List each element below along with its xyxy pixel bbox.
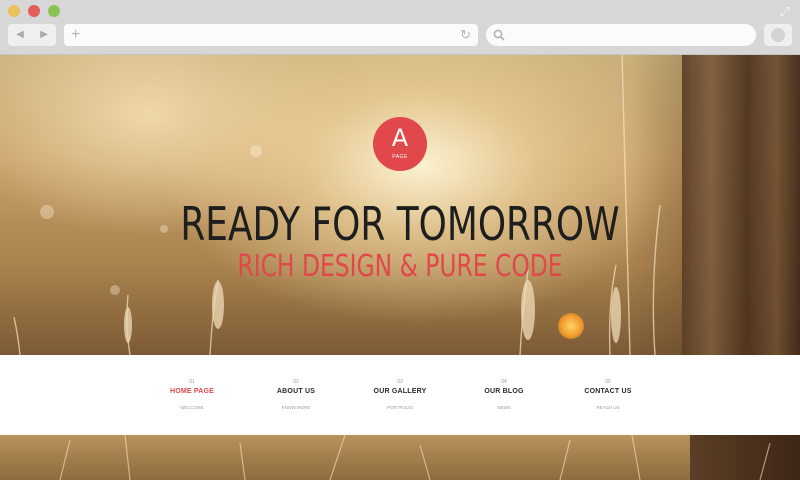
extension-icon bbox=[771, 28, 785, 42]
nav-item-number: 04 bbox=[501, 379, 507, 385]
nav-item-label[interactable]: HOME PAGE bbox=[140, 388, 244, 395]
nav-item-about[interactable]: 02 ABOUT US KNOW MORE bbox=[244, 355, 348, 435]
main-navigation: 01 HOME PAGE WELCOME 02 ABOUT US KNOW MO… bbox=[0, 355, 800, 435]
reload-icon[interactable]: ↻ bbox=[460, 24, 471, 46]
nav-item-label[interactable]: CONTACT US bbox=[556, 388, 660, 395]
logo-subtext: PAGE bbox=[392, 154, 408, 160]
hero-headline: READY FOR TOMORROW bbox=[180, 197, 620, 251]
nav-item-gallery[interactable]: 03 OUR GALLERY PORTFOLIO bbox=[348, 355, 452, 435]
nav-item-label[interactable]: ABOUT US bbox=[244, 388, 348, 395]
forward-button[interactable]: ▶ bbox=[32, 24, 56, 46]
window-maximize-button[interactable] bbox=[48, 5, 60, 17]
browser-chrome: ⤢ ◀ ▶ + ↻ bbox=[0, 0, 800, 55]
section-background bbox=[0, 435, 800, 480]
nav-item-subtitle: WELCOME bbox=[180, 405, 204, 410]
window-minimize-button[interactable] bbox=[28, 5, 40, 17]
history-buttons: ◀ ▶ bbox=[8, 24, 56, 46]
nav-item-number: 02 bbox=[293, 379, 299, 385]
new-tab-icon[interactable]: + bbox=[71, 24, 80, 46]
nav-item-home[interactable]: 01 HOME PAGE WELCOME bbox=[140, 355, 244, 435]
nav-item-subtitle: PORTFOLIO bbox=[387, 405, 413, 410]
logo-letter: A bbox=[391, 124, 409, 152]
back-button[interactable]: ◀ bbox=[8, 24, 32, 46]
address-bar[interactable]: + ↻ bbox=[64, 24, 478, 46]
hero-subheadline: RICH DESIGN & PURE CODE bbox=[237, 249, 563, 284]
nav-item-contact[interactable]: 05 CONTACT US REACH US bbox=[556, 355, 660, 435]
hero-banner: A PAGE READY FOR TOMORROW RICH DESIGN & … bbox=[0, 55, 800, 355]
nav-item-number: 05 bbox=[605, 379, 611, 385]
nav-item-blog[interactable]: 04 OUR BLOG NEWS bbox=[452, 355, 556, 435]
nav-item-number: 03 bbox=[397, 379, 403, 385]
nav-item-subtitle: REACH US bbox=[596, 405, 620, 410]
search-icon bbox=[493, 29, 505, 41]
sun-flare bbox=[558, 313, 584, 339]
window-close-button[interactable] bbox=[8, 5, 20, 17]
site-logo[interactable]: A PAGE bbox=[373, 117, 427, 171]
extension-button[interactable] bbox=[764, 24, 792, 46]
search-input[interactable] bbox=[486, 24, 756, 46]
nav-item-label[interactable]: OUR BLOG bbox=[452, 388, 556, 395]
nav-item-subtitle: NEWS bbox=[497, 405, 511, 410]
fullscreen-icon[interactable]: ⤢ bbox=[778, 5, 792, 19]
nav-item-subtitle: KNOW MORE bbox=[281, 405, 311, 410]
grass-stalks bbox=[59, 435, 771, 480]
nav-item-label[interactable]: OUR GALLERY bbox=[348, 388, 452, 395]
nav-item-number: 01 bbox=[189, 379, 195, 385]
